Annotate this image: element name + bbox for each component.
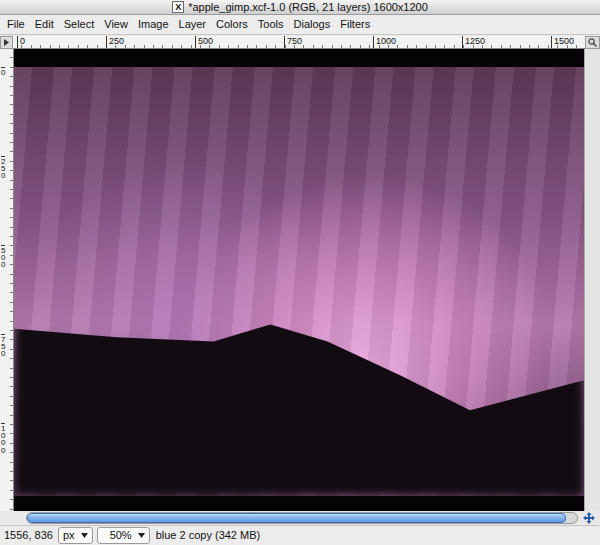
menu-item[interactable]: View bbox=[99, 16, 133, 33]
scrollbar-thumb[interactable] bbox=[27, 513, 566, 523]
move-cross-icon bbox=[583, 512, 595, 524]
ruler-label: 500 bbox=[1, 245, 5, 269]
window-title: *apple_gimp.xcf-1.0 (RGB, 21 layers) 160… bbox=[188, 1, 428, 14]
image-canvas[interactable] bbox=[14, 49, 584, 511]
ruler-label: 750 bbox=[1, 334, 5, 358]
canvas-row: 0 250 500 750 1000 bbox=[0, 49, 600, 511]
status-message: blue 2 copy (342 MB) bbox=[154, 529, 261, 541]
ruler-label: 1250 bbox=[462, 36, 485, 48]
menu-item[interactable]: Image bbox=[133, 16, 174, 33]
ruler-label: 250 bbox=[1, 156, 5, 180]
horizontal-scrollbar[interactable] bbox=[26, 512, 578, 524]
ruler-label: 1000 bbox=[1, 423, 5, 454]
menu-item[interactable]: Tools bbox=[253, 16, 289, 33]
menu-item[interactable]: Edit bbox=[30, 16, 59, 33]
ruler-label: 1500 bbox=[551, 36, 574, 48]
ruler-label: 0 bbox=[17, 36, 25, 48]
navigate-button[interactable] bbox=[578, 512, 600, 524]
status-bar: 1556, 836 px 50% blue 2 copy (342 MB) bbox=[0, 525, 600, 545]
menu-bar: FileEditSelectViewImageLayerColorsToolsD… bbox=[0, 15, 600, 35]
pointer-coordinates: 1556, 836 bbox=[4, 529, 54, 541]
menu-arrow-button[interactable] bbox=[0, 36, 13, 49]
menu-item[interactable]: Layer bbox=[174, 16, 212, 33]
vertical-scrollbar[interactable] bbox=[584, 49, 600, 511]
title-bar[interactable]: X *apple_gimp.xcf-1.0 (RGB, 21 layers) 1… bbox=[0, 0, 600, 15]
dropdown-arrow-icon bbox=[138, 533, 145, 538]
vertical-ruler: 0 250 500 750 1000 bbox=[0, 49, 14, 511]
zoom-toggle-button[interactable] bbox=[585, 36, 600, 49]
gimp-image-window: X *apple_gimp.xcf-1.0 (RGB, 21 layers) 1… bbox=[0, 0, 600, 545]
menu-item[interactable]: Dialogs bbox=[289, 16, 336, 33]
scroll-row bbox=[0, 511, 600, 525]
aurora-photo bbox=[14, 67, 584, 496]
unit-dropdown[interactable]: px bbox=[58, 527, 93, 544]
arrow-right-icon bbox=[3, 39, 10, 46]
ruler-label: 750 bbox=[284, 36, 302, 48]
zoom-dropdown[interactable]: 50% bbox=[97, 527, 150, 544]
magnifier-icon bbox=[588, 38, 597, 47]
menu-item[interactable]: Select bbox=[59, 16, 100, 33]
ruler-label: 0 bbox=[1, 67, 5, 76]
menu-item[interactable]: File bbox=[2, 16, 30, 33]
dropdown-arrow-icon bbox=[81, 533, 88, 538]
ruler-row: 0 250 500 750 1000 1250 1500 bbox=[0, 36, 600, 49]
menu-item[interactable]: Filters bbox=[335, 16, 375, 33]
x11-logo-icon: X bbox=[172, 1, 184, 13]
menu-item[interactable]: Colors bbox=[211, 16, 253, 33]
zoom-value: 50% bbox=[110, 529, 132, 541]
ruler-label: 500 bbox=[195, 36, 213, 48]
unit-value: px bbox=[63, 529, 75, 541]
ruler-label: 1000 bbox=[373, 36, 396, 48]
ruler-label: 250 bbox=[106, 36, 124, 48]
horizontal-ruler: 0 250 500 750 1000 1250 1500 bbox=[13, 36, 585, 49]
